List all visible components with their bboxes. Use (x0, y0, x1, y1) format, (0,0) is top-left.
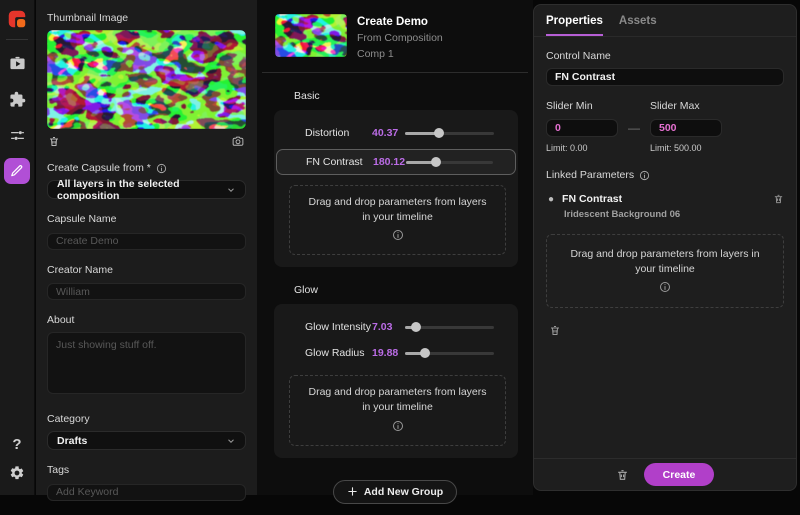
tune-sliders-icon[interactable] (4, 122, 30, 148)
app-logo-icon[interactable] (6, 8, 28, 30)
param-label: Glow Radius (305, 347, 365, 360)
info-icon[interactable] (392, 229, 404, 241)
param-value: 19.88 (372, 347, 399, 360)
create-capsule-from-label: Create Capsule from * (47, 162, 246, 174)
param-slider[interactable] (406, 157, 493, 167)
rail-divider (6, 39, 28, 40)
info-icon[interactable] (156, 163, 167, 174)
tab-properties[interactable]: Properties (546, 15, 603, 36)
slider-knob[interactable] (433, 128, 444, 138)
tab-bar: Properties Assets (534, 5, 796, 37)
parameter-dropzone[interactable]: Drag and drop parameters from layers in … (289, 375, 506, 446)
param-slider[interactable] (405, 348, 494, 359)
parameters-panel: Create Demo From Composition Comp 1 Basi… (257, 0, 533, 504)
capsule-title: Create Demo (357, 16, 428, 28)
plus-icon (347, 486, 358, 497)
properties-panel: Properties Assets Control Name Slider Mi… (533, 4, 797, 491)
capsule-edit-icon[interactable] (4, 158, 30, 184)
tags-label: Tags (47, 464, 70, 476)
dropzone-hint: Drag and drop parameters from layers in … (308, 386, 487, 414)
capsule-name-input[interactable] (47, 232, 246, 250)
linked-parameters-label: Linked Parameters (546, 169, 784, 181)
slider-max-label: Slider Max (650, 100, 700, 112)
capsule-subtitle: From Composition (357, 32, 443, 44)
linked-parameter-item[interactable]: ● FN Contrast (546, 193, 784, 205)
group-label-basic: Basic (294, 90, 320, 102)
trash-icon[interactable] (549, 324, 561, 337)
creator-name-input[interactable] (47, 283, 246, 300)
param-row-glow-radius[interactable]: Glow Radius 19.88 (284, 341, 508, 365)
about-textarea[interactable] (47, 332, 246, 394)
parameter-dropzone[interactable]: Drag and drop parameters from layers in … (546, 234, 784, 309)
slider-knob[interactable] (410, 322, 421, 333)
create-button[interactable]: Create (644, 463, 714, 486)
info-icon[interactable] (639, 170, 650, 181)
param-value: 40.37 (372, 127, 399, 139)
add-new-group-button[interactable]: Add New Group (332, 479, 458, 504)
parameter-dropzone[interactable]: Drag and drop parameters from layers in … (289, 185, 506, 256)
linked-parameter-name: FN Contrast (562, 193, 623, 205)
bullet-icon: ● (548, 193, 555, 205)
param-label: FN Contrast (306, 156, 363, 168)
slider-min-limit: Limit: 0.00 (546, 143, 588, 153)
category-select[interactable]: Drafts (47, 431, 246, 450)
tags-input[interactable] (47, 483, 246, 501)
tab-assets[interactable]: Assets (619, 15, 657, 36)
control-name-input[interactable] (546, 68, 784, 86)
slider-knob[interactable] (420, 348, 431, 359)
video-library-icon[interactable] (4, 50, 30, 76)
info-icon[interactable] (659, 281, 671, 293)
thumbnail-image (47, 30, 246, 129)
range-separator: — (628, 121, 640, 135)
thumbnail-image-label: Thumbnail Image (47, 12, 129, 24)
param-label: Distortion (305, 127, 350, 139)
dropzone-hint: Drag and drop parameters from layers in … (308, 196, 487, 223)
linked-parameter-source: Iridescent Background 06 (564, 209, 681, 220)
param-row-distortion[interactable]: Distortion 40.37 (284, 121, 508, 145)
trash-icon[interactable] (48, 135, 60, 148)
camera-icon[interactable] (231, 135, 245, 148)
info-icon[interactable] (392, 420, 404, 432)
slider-max-limit: Limit: 500.00 (650, 143, 702, 153)
gear-icon[interactable] (9, 465, 25, 481)
param-label: Glow Intensity (305, 321, 371, 334)
slider-knob[interactable] (430, 157, 441, 167)
control-name-label: Control Name (546, 50, 611, 62)
creator-name-label: Creator Name (47, 263, 113, 276)
group-label-glow: Glow (294, 284, 318, 297)
param-value: 180.12 (373, 156, 406, 168)
dropzone-hint: Drag and drop parameters from layers in … (570, 248, 760, 275)
capsule-name-label: Capsule Name (47, 213, 117, 225)
param-row-fn-contrast[interactable]: FN Contrast 180.12 (276, 149, 516, 175)
chevron-down-icon (226, 436, 236, 446)
trash-icon[interactable] (616, 468, 629, 482)
group-card-glow: Glow Intensity 7.03 Glow Radius 19.88 Dr… (274, 304, 518, 458)
capsule-comp: Comp 1 (357, 48, 394, 60)
chevron-down-icon (226, 185, 236, 195)
about-label: About (47, 314, 75, 326)
param-slider[interactable] (405, 322, 494, 333)
category-label: Category (47, 413, 90, 425)
capsule-form-panel: Thumbnail Image Create Capsule from * Al… (36, 0, 257, 501)
create-capsule-from-select[interactable]: All layers in the selected composition (47, 178, 246, 202)
panel-footer: Create (534, 458, 796, 490)
slider-min-label: Slider Min (546, 100, 593, 112)
param-value: 7.03 (372, 321, 393, 334)
slider-min-input[interactable] (546, 119, 618, 137)
group-card-basic: Distortion 40.37 FN Contrast 180.12 Drag… (274, 110, 518, 268)
puzzle-icon[interactable] (4, 86, 30, 112)
capsule-thumbnail (275, 14, 347, 57)
param-row-glow-intensity[interactable]: Glow Intensity 7.03 (284, 315, 508, 339)
help-icon[interactable]: ? (12, 436, 21, 453)
header-divider (262, 72, 528, 73)
param-slider[interactable] (405, 128, 494, 138)
slider-max-input[interactable] (650, 119, 722, 137)
icon-rail: ? (0, 0, 35, 495)
trash-icon[interactable] (773, 193, 784, 205)
